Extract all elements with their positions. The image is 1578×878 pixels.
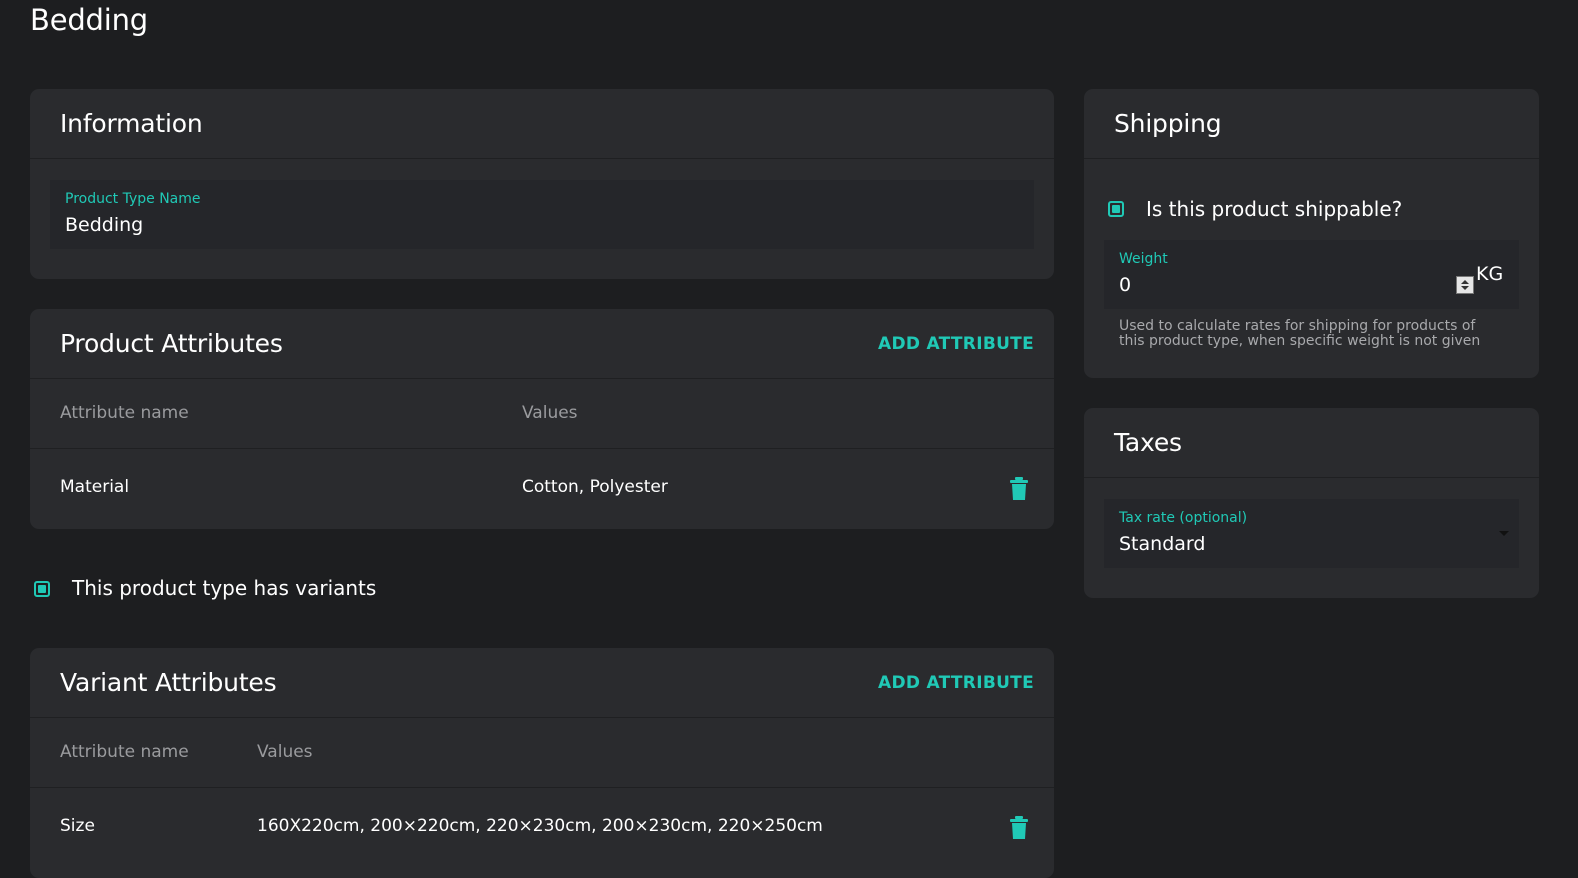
- add-variant-attribute-button[interactable]: ADD ATTRIBUTE: [878, 673, 1034, 693]
- product-type-name-field[interactable]: Product Type Name Bedding: [50, 180, 1034, 249]
- trash-icon[interactable]: [1009, 816, 1029, 840]
- values-column-header: Values: [522, 403, 578, 423]
- weight-label: Weight: [1119, 251, 1168, 267]
- has-variants-checkbox[interactable]: [34, 581, 50, 597]
- product-type-name-value[interactable]: Bedding: [65, 214, 143, 236]
- shippable-label: Is this product shippable?: [1146, 197, 1403, 221]
- product-attributes-title: Product Attributes: [60, 329, 283, 358]
- product-attributes-card: Product Attributes ADD ATTRIBUTE Attribu…: [30, 309, 1054, 529]
- trash-icon[interactable]: [1009, 477, 1029, 501]
- variant-attributes-title: Variant Attributes: [60, 668, 277, 697]
- table-row[interactable]: Material Cotton, Polyester: [30, 449, 1054, 529]
- values-column-header: Values: [257, 742, 313, 762]
- information-card-title: Information: [60, 109, 203, 138]
- weight-unit: KG: [1476, 263, 1504, 285]
- attribute-values-cell: Cotton, Polyester: [522, 477, 668, 497]
- information-card: Information Product Type Name Bedding: [30, 89, 1054, 279]
- product-attributes-header: Product Attributes ADD ATTRIBUTE: [30, 309, 1054, 379]
- weight-helper-text: Used to calculate rates for shipping for…: [1119, 318, 1481, 349]
- attribute-values-cell: 160X220cm, 200×220cm, 220×230cm, 200×230…: [257, 816, 823, 836]
- taxes-card-title: Taxes: [1114, 428, 1182, 457]
- chevron-down-icon[interactable]: [1499, 531, 1509, 536]
- has-variants-label: This product type has variants: [72, 576, 377, 600]
- attribute-name-column-header: Attribute name: [60, 403, 189, 423]
- shipping-card-title: Shipping: [1114, 109, 1222, 138]
- weight-field[interactable]: Weight 0 KG: [1104, 240, 1519, 309]
- add-product-attribute-button[interactable]: ADD ATTRIBUTE: [878, 334, 1034, 354]
- product-type-name-label: Product Type Name: [65, 191, 201, 207]
- attribute-name-cell: Material: [60, 477, 130, 497]
- page-title: Bedding: [30, 3, 148, 37]
- information-card-header: Information: [30, 89, 1054, 159]
- shipping-card-header: Shipping: [1084, 89, 1539, 159]
- tax-rate-label: Tax rate (optional): [1119, 510, 1248, 526]
- weight-value[interactable]: 0: [1119, 274, 1131, 296]
- tax-rate-select[interactable]: Tax rate (optional) Standard: [1104, 499, 1519, 568]
- attribute-name-cell: Size: [60, 816, 95, 836]
- shippable-checkbox[interactable]: [1108, 201, 1124, 217]
- variant-attributes-card: Variant Attributes ADD ATTRIBUTE Attribu…: [30, 648, 1054, 878]
- tax-rate-value: Standard: [1119, 533, 1206, 555]
- variant-attributes-table-head: Attribute name Values: [30, 718, 1054, 788]
- shipping-card: Shipping Is this product shippable? Weig…: [1084, 89, 1539, 378]
- taxes-card-header: Taxes: [1084, 408, 1539, 478]
- attribute-name-column-header: Attribute name: [60, 742, 189, 762]
- number-spinner-icon[interactable]: [1456, 276, 1474, 294]
- taxes-card: Taxes Tax rate (optional) Standard: [1084, 408, 1539, 598]
- variant-attributes-header: Variant Attributes ADD ATTRIBUTE: [30, 648, 1054, 718]
- table-row[interactable]: Size 160X220cm, 200×220cm, 220×230cm, 20…: [30, 788, 1054, 868]
- product-attributes-table-head: Attribute name Values: [30, 379, 1054, 449]
